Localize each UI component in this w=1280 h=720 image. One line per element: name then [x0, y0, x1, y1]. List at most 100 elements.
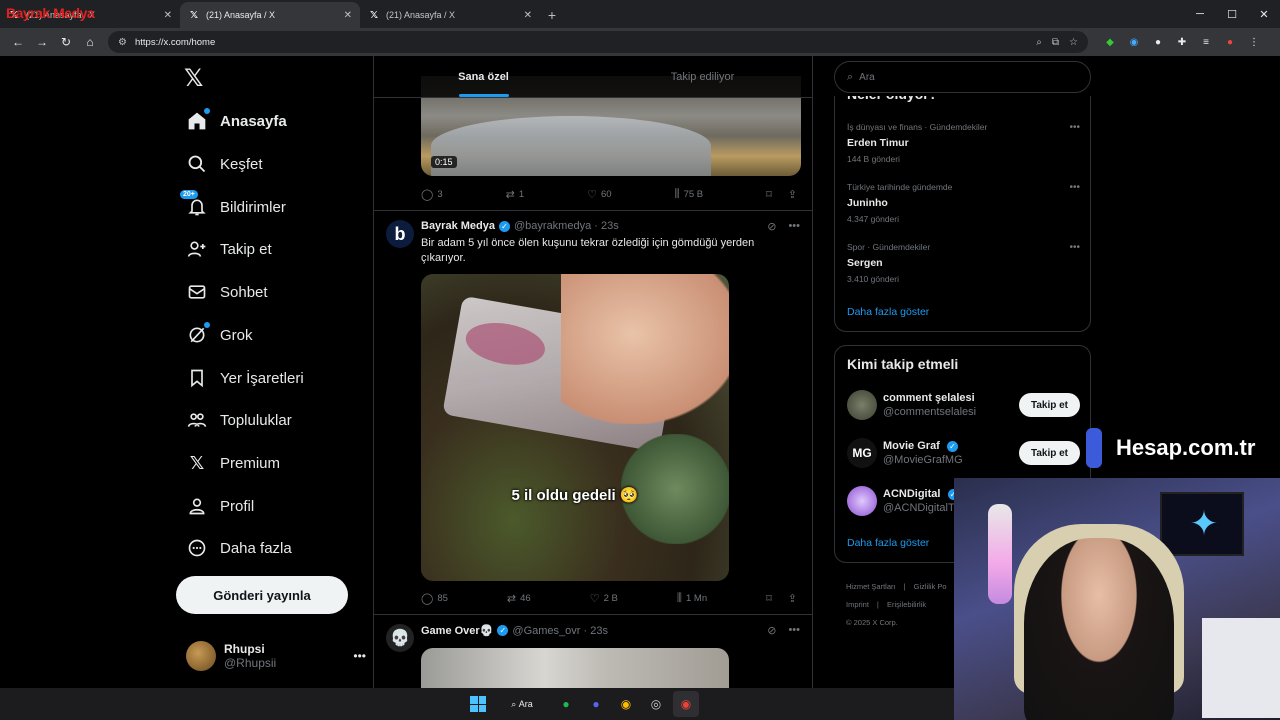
nav-more[interactable]: Daha fazla [186, 533, 292, 563]
maximize-icon[interactable]: ☐ [1216, 0, 1248, 28]
grok-icon[interactable]: ⊘ [767, 624, 776, 637]
reply-button[interactable]: ◯ 85 [421, 592, 448, 605]
close-tab-icon[interactable]: ✕ [164, 10, 172, 21]
notification-badge: 20+ [180, 190, 198, 199]
tab-following[interactable]: Takip ediliyor [593, 56, 812, 97]
chrome-icon[interactable]: ◉ [613, 691, 639, 717]
more-horizontal-icon[interactable]: ••• [788, 220, 800, 233]
avatar[interactable]: b [386, 220, 414, 248]
menu-kebab-icon[interactable]: ⋮ [1242, 31, 1266, 53]
close-window-icon[interactable]: ✕ [1248, 0, 1280, 28]
tweet-header: Bayrak Medya ✓ @bayrakmedya · 23s [421, 220, 619, 232]
discord-icon[interactable]: ● [583, 691, 609, 717]
nav-chat[interactable]: Sohbet [186, 277, 268, 307]
close-tab-icon[interactable]: ✕ [344, 10, 352, 21]
search-input[interactable]: ⌕ Ara [834, 61, 1091, 93]
suggestion-name: Movie Graf ✓ [883, 440, 963, 452]
footer-link[interactable]: Imprint [846, 600, 869, 609]
taskbar-search[interactable]: ⌕ Ara [497, 692, 547, 716]
tweet-handle[interactable]: @Games_ovr [512, 625, 580, 637]
account-switcher[interactable]: Rhupsi @Rhupsii ••• [186, 640, 366, 672]
address-bar[interactable]: ⚙ https://x.com/home ⌕ ⧉ ☆ [108, 31, 1088, 53]
share-button[interactable]: ⇪ [788, 188, 801, 201]
spotify-icon[interactable]: ● [553, 691, 579, 717]
tweet-video[interactable]: 5 il oldu gedeli 🥺 [421, 274, 729, 581]
more-horizontal-icon[interactable]: ••• [1069, 122, 1080, 133]
nav-bookmarks[interactable]: Yer İşaretleri [186, 363, 304, 393]
share-button[interactable]: ⇪ [788, 592, 801, 605]
profile-avatar-icon[interactable]: ● [1218, 31, 1242, 53]
post-button[interactable]: Gönderi yayınla [176, 576, 348, 614]
grok-icon[interactable]: ⊘ [767, 220, 776, 233]
bookmark-button[interactable]: ⌑ [766, 592, 776, 605]
forward-icon[interactable]: → [30, 30, 54, 54]
window-controls: ─ ☐ ✕ [1184, 0, 1280, 28]
overlay-logo: Bayrak Medya [6, 5, 95, 21]
nav-notifications[interactable]: 20+ Bildirimler [180, 190, 286, 222]
bookmark-star-icon[interactable]: ☆ [1069, 37, 1078, 48]
nav-home[interactable]: Anasayfa [186, 106, 287, 136]
adblock-extension-icon[interactable]: ◆ [1098, 31, 1122, 53]
tweet-tools: ⊘ ••• [755, 624, 800, 637]
reply-button[interactable]: ◯ 3 [421, 188, 443, 201]
follow-suggestion[interactable]: comment şelalesi @commentselalesi Takip … [847, 388, 1080, 422]
nav-follow[interactable]: Takip et [186, 234, 272, 264]
trend-item[interactable]: İş dünyası ve finans · Gündemdekiler Erd… [847, 122, 1080, 164]
more-horizontal-icon[interactable]: ••• [353, 649, 366, 663]
x-logo-icon[interactable]: 𝕏 [184, 66, 210, 92]
chrome-active-icon[interactable]: ◉ [673, 691, 699, 717]
extension-icon[interactable]: ● [1146, 31, 1170, 53]
tweet-handle[interactable]: @bayrakmedya [514, 220, 591, 232]
home-browser-icon[interactable]: ⌂ [78, 30, 102, 54]
close-tab-icon[interactable]: ✕ [524, 10, 532, 21]
windows-start-icon[interactable] [465, 691, 491, 717]
footer-link[interactable]: Erişilebilirlik [887, 600, 926, 609]
nav-premium[interactable]: 𝕏 Premium [186, 448, 280, 478]
brand-logo-icon [1086, 428, 1102, 468]
extension-icon[interactable]: ◉ [1122, 31, 1146, 53]
trend-item[interactable]: Spor · Gündemdekiler Sergen 3.410 gönder… [847, 242, 1080, 284]
nav-profile[interactable]: Profil [186, 491, 254, 521]
tab-for-you[interactable]: Sana özel [374, 56, 593, 97]
footer-link[interactable]: Hizmet Şartları [846, 582, 896, 591]
follow-button[interactable]: Takip et [1018, 393, 1080, 417]
more-horizontal-icon[interactable]: ••• [1069, 182, 1080, 193]
puzzle-icon[interactable]: ✚ [1170, 31, 1194, 53]
browser-tab-3[interactable]: 𝕏 (21) Anasayfa / X ✕ [360, 2, 540, 28]
nav-label: Sohbet [220, 283, 268, 301]
views-button[interactable]: ⫼ 75 B [675, 188, 704, 201]
site-info-icon[interactable]: ⚙ [118, 37, 127, 48]
install-icon[interactable]: ⧉ [1052, 37, 1059, 48]
avatar[interactable]: 💀 [386, 624, 414, 652]
trend-item[interactable]: Türkiye tarihinde gündemde Juninho 4.347… [847, 182, 1080, 224]
tweet-author-name[interactable]: Game Over💀 [421, 624, 493, 637]
bookmark-button[interactable]: ⌑ [766, 188, 776, 201]
repost-button[interactable]: ⇄ 46 [507, 592, 531, 605]
obs-icon[interactable]: ◎ [643, 691, 669, 717]
back-icon[interactable]: ← [6, 30, 30, 54]
show-more-link[interactable]: Daha fazla göster [847, 537, 929, 549]
tweet-image[interactable] [421, 648, 729, 688]
browser-tab-2[interactable]: 𝕏 (21) Anasayfa / X ✕ [180, 2, 360, 28]
show-more-link[interactable]: Daha fazla göster [847, 306, 929, 318]
nav-grok[interactable]: Grok [186, 320, 253, 350]
nav-communities[interactable]: Topluluklar [186, 405, 292, 435]
views-button[interactable]: ⫼ 1 Mn [677, 592, 707, 605]
reload-icon[interactable]: ↻ [54, 30, 78, 54]
tweet-author-name[interactable]: Bayrak Medya [421, 220, 495, 232]
like-button[interactable]: ♡ 60 [587, 188, 611, 201]
tweet-time[interactable]: 23s [601, 220, 619, 232]
follow-button[interactable]: Takip et [1018, 441, 1080, 465]
zoom-icon[interactable]: ⌕ [1036, 37, 1042, 48]
media-icon[interactable]: ≡ [1194, 31, 1218, 53]
nav-explore[interactable]: Keşfet [186, 149, 263, 179]
footer-link[interactable]: Gizlilik Po [914, 582, 947, 591]
minimize-icon[interactable]: ─ [1184, 0, 1216, 28]
more-horizontal-icon[interactable]: ••• [1069, 242, 1080, 253]
tweet-time[interactable]: 23s [590, 625, 608, 637]
like-button[interactable]: ♡ 2 B [590, 592, 618, 605]
repost-button[interactable]: ⇄ 1 [506, 188, 525, 201]
follow-suggestion[interactable]: MG Movie Graf ✓ @MovieGrafMG Takip et [847, 436, 1080, 470]
new-tab-button[interactable]: + [540, 2, 564, 28]
more-horizontal-icon[interactable]: ••• [788, 624, 800, 637]
